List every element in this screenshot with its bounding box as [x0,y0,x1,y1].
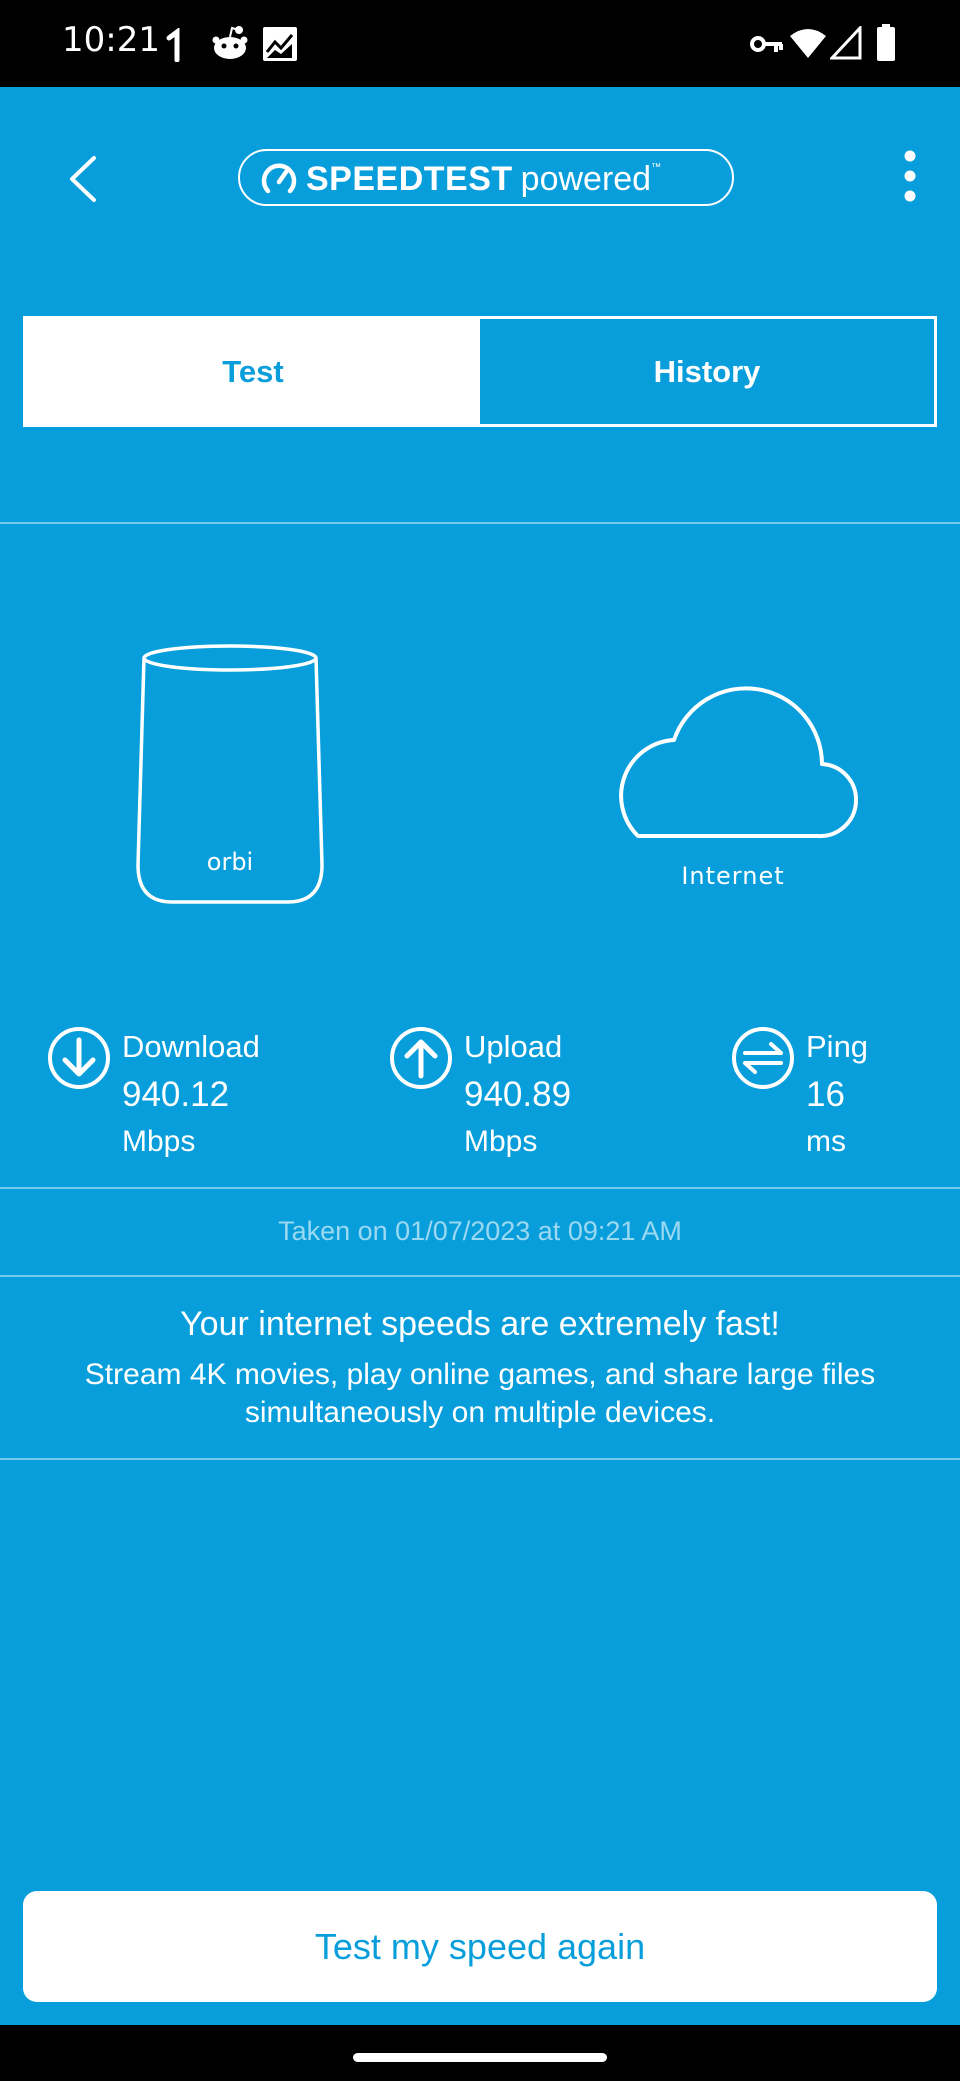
more-vertical-icon [904,150,916,202]
system-nav-bar [0,2025,960,2081]
test-timestamp: Taken on 01/07/2023 at 09:21 AM [278,1216,682,1246]
battery-icon [877,24,895,61]
upload-arrow-icon [390,1027,452,1089]
chevron-left-icon [70,156,96,202]
tab-history[interactable]: History [480,319,934,424]
divider [0,522,960,524]
cloud-icon [619,686,858,839]
ping-text: Ping 16 ms [806,1024,868,1164]
overflow-menu-button[interactable] [890,146,930,206]
download-value: 940.12 [122,1075,230,1114]
divider [0,1187,960,1189]
speed-verdict-description: Stream 4K movies, play online games, and… [84,1358,876,1429]
ping-label: Ping [806,1029,869,1064]
ping-unit: ms [806,1125,846,1158]
download-label: Download [122,1029,260,1064]
test-again-button[interactable]: Test my speed again [23,1891,937,2002]
wifi-icon [790,29,826,58]
orbi-router-icon: orbi [136,644,324,904]
logo-suffix: powered [520,160,652,198]
tab-test[interactable]: Test [26,319,480,424]
router-brand-label: orbi [207,848,253,876]
tab-bar: Test History [23,316,937,427]
speedtest-logo: SPEEDTEST powered™ [238,149,734,206]
upload-label: Upload [464,1029,563,1064]
logo-trademark: ™ [651,162,662,173]
status-bar: 10:21 [0,0,960,87]
ping-value: 16 [806,1075,845,1114]
cellular-icon [830,26,862,60]
app-screen: 10:21 SPEEDTEST powered™ Test History or… [0,0,960,2081]
logo-brand: SPEEDTEST [306,160,513,198]
logo-wordmark: SPEEDTEST powered™ [306,160,661,199]
back-button[interactable] [56,144,116,214]
speed-verdict-title: Your internet speeds are extremely fast! [180,1305,780,1343]
download-text: Download 940.12 Mbps [122,1024,260,1164]
internet-label: Internet [681,862,785,890]
divider [0,1275,960,1277]
speedometer-icon [261,163,297,194]
signal-arrow-icon [166,28,180,62]
status-time: 10:21 [62,20,160,60]
home-gesture-handle[interactable] [353,2053,607,2062]
upload-value: 940.89 [464,1075,572,1114]
upload-text: Upload 940.89 Mbps [464,1024,571,1164]
upload-unit: Mbps [464,1125,538,1158]
download-unit: Mbps [122,1125,196,1158]
reddit-icon [212,26,248,59]
vpn-key-icon [750,36,783,52]
download-arrow-icon [48,1027,110,1089]
divider [0,1458,960,1460]
ping-icon [732,1027,794,1089]
stocks-icon [263,27,297,61]
